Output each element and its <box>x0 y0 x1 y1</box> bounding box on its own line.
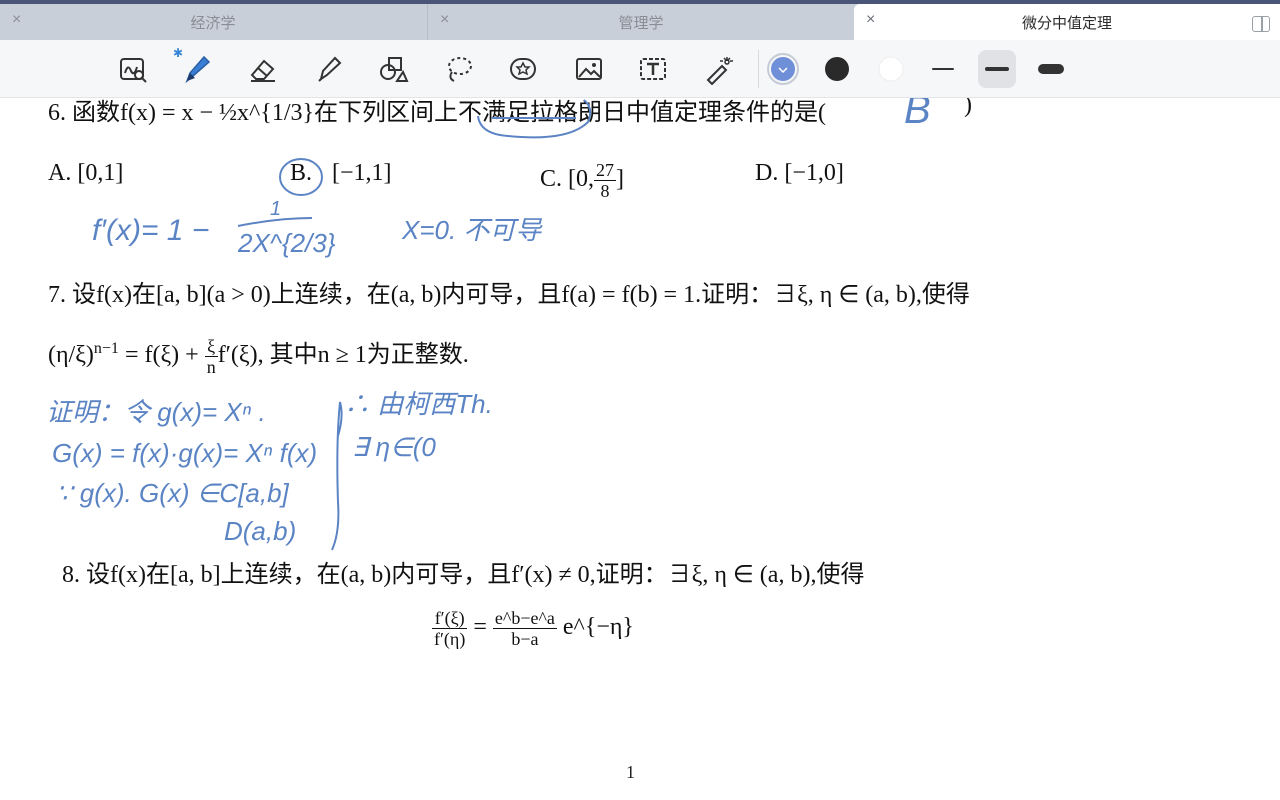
tab-mean-value-theorem[interactable]: × 微分中值定理 <box>854 4 1280 40</box>
lasso-zoom-icon[interactable] <box>114 50 152 88</box>
q8-equals: = <box>473 614 487 641</box>
q7-exponent: n−1 <box>93 340 119 357</box>
question-6-close-paren: ) <box>964 98 972 118</box>
question-6: 6. 函数f(x) = x − ½x^{1/3}在下列区间上不满足拉格朗日中值定… <box>48 98 826 127</box>
split-view-icon[interactable] <box>1252 16 1270 32</box>
option-b-letter: B. <box>290 160 313 186</box>
text-icon[interactable] <box>634 50 672 88</box>
question-7-line-2: (η/ξ)n−1 = f(ξ) + ξ n f′(ξ), 其中n ≥ 1为正整数. <box>48 334 469 377</box>
handwritten-proof-line-4: D(a,b) <box>224 516 297 546</box>
laser-pointer-icon[interactable] <box>700 50 738 88</box>
tab-label: 经济学 <box>190 15 236 32</box>
tab-economics[interactable]: × 经济学 <box>0 4 426 40</box>
option-c-text: C. [0, <box>540 166 594 193</box>
fraction-numerator: 27 <box>594 160 616 181</box>
handwritten-derivative: f′(x)= 1 − <box>92 214 210 247</box>
fraction-numerator: e^b−e^a <box>492 608 557 629</box>
document-page[interactable]: 6. 函数f(x) = x − ½x^{1/3}在下列区间上不满足拉格朗日中值定… <box>0 98 1280 800</box>
handwritten-answer: B <box>904 98 931 132</box>
option-c: C. [0, 27 8] <box>540 160 624 201</box>
fraction-denominator: f′(η) <box>434 629 466 649</box>
color-swatch-black[interactable] <box>818 50 856 88</box>
sticker-icon[interactable] <box>504 50 542 88</box>
tab-label: 管理学 <box>618 15 664 32</box>
handwritten-right-line-2: ∃ η∈(0 <box>352 432 436 462</box>
handwritten-note-x0: X=0. 不可导 <box>402 215 542 245</box>
pen-icon[interactable] <box>178 50 216 88</box>
page-number: 1 <box>626 762 635 782</box>
option-b-interval: [−1,1] <box>332 160 392 186</box>
handwritten-derivative-den: 2X^{2/3} <box>238 228 336 258</box>
question-6-text: 6. 函数f(x) = x − ½x^{1/3}在下列区间上不满足拉格朗日中值定… <box>48 100 827 126</box>
fraction-numerator: f′(ξ) <box>432 608 468 629</box>
question-7-line-1: 7. 设f(x)在[a, b](a > 0)上连续，在(a, b)内可导，且f(… <box>48 282 970 308</box>
tab-management[interactable]: × 管理学 <box>427 4 854 40</box>
toolbar: ✱ <box>0 40 1280 98</box>
fraction-denominator: n <box>206 356 216 377</box>
stroke-width-medium[interactable] <box>978 50 1016 88</box>
q8-exponential: e^{−η} <box>562 614 634 641</box>
color-swatch-white[interactable] <box>872 50 910 88</box>
fraction-denominator: b−a <box>511 629 539 649</box>
q8-rhs-fraction: e^b−e^a b−a <box>492 608 557 649</box>
q8-lhs-fraction: f′(ξ) f′(η) <box>432 608 468 649</box>
shapes-icon[interactable] <box>374 50 412 88</box>
highlighter-icon[interactable] <box>310 50 348 88</box>
fraction-denominator: 8 <box>600 181 610 201</box>
handwritten-proof-line-1: 证明：令 g(x)= Xⁿ . <box>46 397 266 427</box>
handwritten-proof-line-3: ∵ g(x). G(x) ∈C[a,b] <box>56 478 289 508</box>
question-8-formula: f′(ξ) f′(η) = e^b−e^a b−a e^{−η} <box>432 608 634 649</box>
toolbar-separator <box>758 50 759 88</box>
fraction-numerator: ξ <box>204 336 218 357</box>
image-icon[interactable] <box>570 50 608 88</box>
lasso-icon[interactable] <box>440 50 478 88</box>
option-d: D. [−1,0] <box>755 160 844 186</box>
question-8-line-1: 8. 设f(x)在[a, b]上连续，在(a, b)内可导，且f′(x) ≠ 0… <box>62 562 865 588</box>
eraser-icon[interactable] <box>244 50 282 88</box>
handwritten-proof-line-2: G(x) = f(x)·g(x)= Xⁿ f(x) <box>52 438 318 468</box>
q7-fraction: ξn <box>204 336 218 377</box>
tab-bar: × 经济学 × 管理学 × 微分中值定理 <box>0 0 1280 40</box>
color-swatch-blue[interactable] <box>764 50 802 88</box>
handwritten-derivative-num: 1 <box>270 198 282 220</box>
tab-label: 微分中值定理 <box>1021 15 1112 32</box>
option-c-close: ] <box>616 166 624 193</box>
handwritten-right-line-1: ∴ 由柯西Th. <box>344 389 493 419</box>
q7-ratio: (η/ξ) <box>48 342 94 368</box>
option-a: A. [0,1] <box>48 160 124 186</box>
stroke-width-thin[interactable] <box>924 50 962 88</box>
q7-equation: = f(ξ) + <box>118 342 205 368</box>
q7-equation-tail: f′(ξ), 其中n ≥ 1为正整数. <box>217 342 469 368</box>
stroke-width-thick[interactable] <box>1032 50 1070 88</box>
option-c-fraction: 27 8 <box>594 160 616 201</box>
